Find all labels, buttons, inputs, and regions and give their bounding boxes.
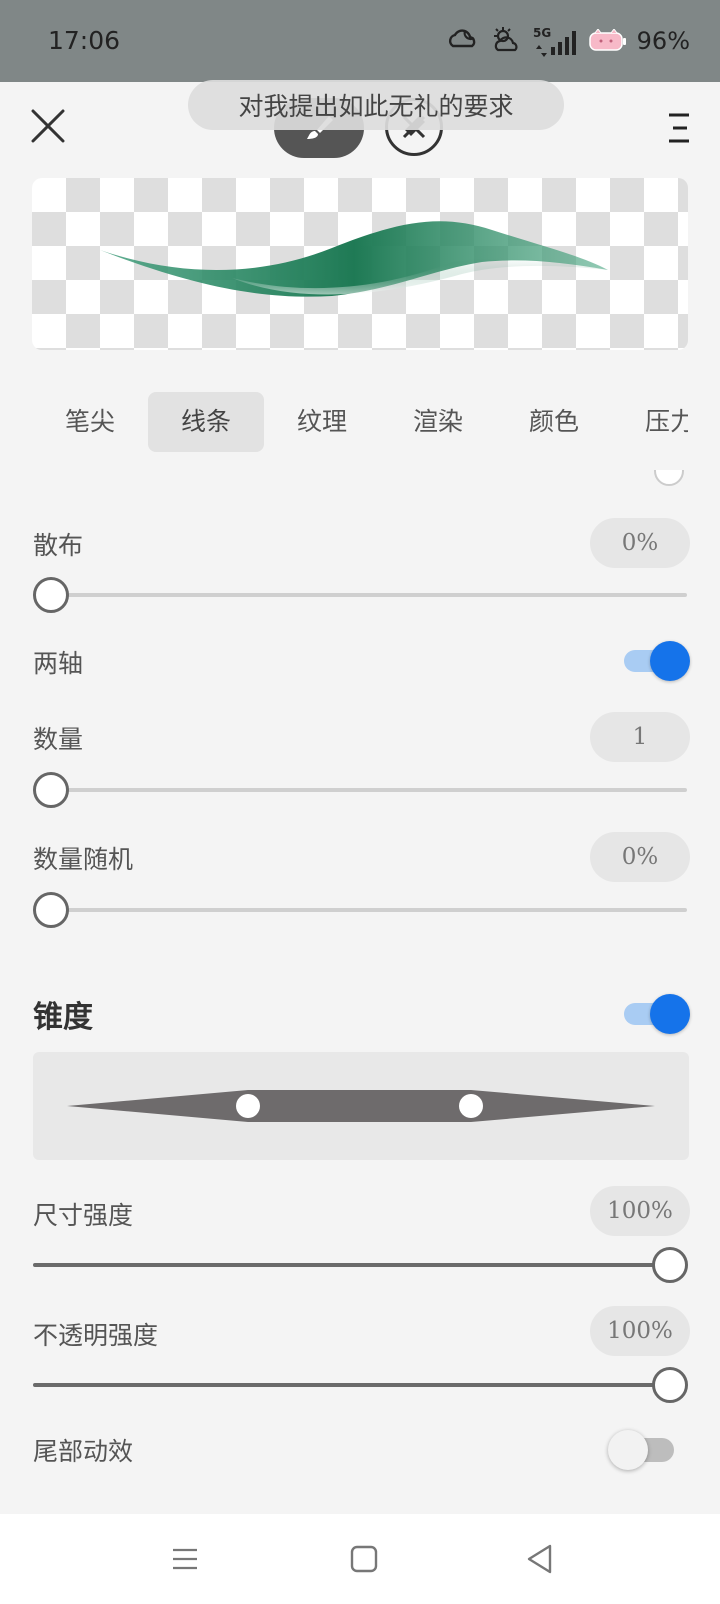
size-strength-slider[interactable] [33, 1263, 687, 1267]
count-random-slider[interactable] [33, 908, 687, 912]
size-strength-label: 尺寸强度 [33, 1201, 134, 1230]
toast-message: 对我提出如此无礼的要求 [188, 80, 564, 130]
taper-shape [67, 1090, 655, 1122]
taper-editor[interactable] [33, 1052, 689, 1160]
battery-icon [588, 29, 626, 51]
scatter-slider-thumb[interactable] [33, 577, 69, 613]
opacity-strength-label: 不透明强度 [33, 1321, 159, 1350]
taper-title: 锥度 [33, 1000, 93, 1035]
taper-end-handle[interactable] [459, 1094, 483, 1118]
close-icon[interactable] [26, 104, 70, 148]
tab-pressure[interactable]: 压力 [612, 392, 688, 452]
tab-render[interactable]: 渲染 [380, 392, 496, 452]
menu-icon[interactable] [664, 110, 694, 146]
cloudy-night-icon [448, 29, 475, 48]
tail-animation-label: 尾部动效 [33, 1437, 134, 1466]
count-value[interactable]: 1 [590, 712, 690, 762]
opacity-strength-slider[interactable] [33, 1383, 687, 1387]
network-label: 5G [533, 26, 551, 40]
back-icon[interactable] [523, 1542, 557, 1576]
brush-settings-tabs: 笔尖 线条 纹理 渲染 颜色 压力 [32, 392, 688, 452]
signal-icon: 5G [533, 26, 576, 57]
size-strength-value[interactable]: 100% [590, 1186, 690, 1236]
scatter-label: 散布 [33, 531, 84, 560]
brush-preview [32, 178, 688, 350]
count-random-label: 数量随机 [33, 845, 134, 874]
status-bar: 17:06 5G 96% [0, 0, 720, 82]
count-label: 数量 [33, 725, 84, 754]
home-icon[interactable] [347, 1542, 381, 1576]
tab-stroke[interactable]: 线条 [148, 392, 264, 452]
opacity-strength-slider-thumb[interactable] [652, 1367, 688, 1403]
two-axis-label: 两轴 [33, 649, 84, 678]
battery-level: 96% [636, 27, 690, 55]
recent-apps-icon[interactable] [168, 1542, 202, 1576]
system-nav-bar [0, 1514, 720, 1604]
scatter-slider[interactable] [33, 593, 687, 597]
opacity-strength-value[interactable]: 100% [590, 1306, 690, 1356]
count-slider[interactable] [33, 788, 687, 792]
tail-animation-toggle[interactable] [608, 1430, 676, 1470]
scatter-value[interactable]: 0% [590, 518, 690, 568]
brush-stroke [100, 221, 608, 297]
count-slider-thumb[interactable] [33, 772, 69, 808]
taper-toggle[interactable] [624, 994, 690, 1034]
cloudy-sun-icon [493, 27, 518, 52]
tab-color[interactable]: 颜色 [496, 392, 612, 452]
two-axis-toggle[interactable] [624, 641, 690, 681]
count-random-value[interactable]: 0% [590, 832, 690, 882]
scrolled-slider-thumb[interactable] [654, 470, 684, 490]
count-random-slider-thumb[interactable] [33, 892, 69, 928]
status-time: 17:06 [48, 26, 121, 55]
status-icons: 5G 96% [445, 22, 690, 60]
taper-start-handle[interactable] [236, 1094, 260, 1118]
size-strength-slider-thumb[interactable] [652, 1247, 688, 1283]
tab-texture[interactable]: 纹理 [264, 392, 380, 452]
tab-tip[interactable]: 笔尖 [32, 392, 148, 452]
